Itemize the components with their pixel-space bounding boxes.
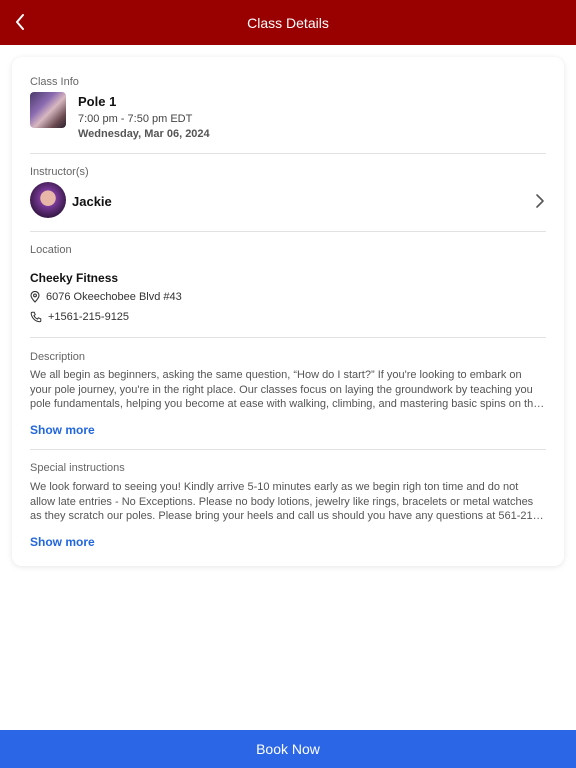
special-instructions-show-more-link[interactable]: Show more bbox=[30, 535, 95, 549]
chevron-left-icon bbox=[16, 14, 24, 30]
special-instructions-text: We look forward to seeing you! Kindly ar… bbox=[30, 481, 543, 522]
top-app-bar: Class Details bbox=[0, 0, 576, 45]
special-instructions-section: We look forward to seeing you! Kindly ar… bbox=[30, 57, 546, 562]
page-title: Class Details bbox=[247, 14, 329, 31]
class-details-card: Class Info Pole 1 7:00 pm - 7:50 pm EDT … bbox=[12, 57, 564, 566]
book-now-button[interactable]: Book Now bbox=[0, 730, 576, 768]
back-button[interactable] bbox=[8, 10, 32, 34]
